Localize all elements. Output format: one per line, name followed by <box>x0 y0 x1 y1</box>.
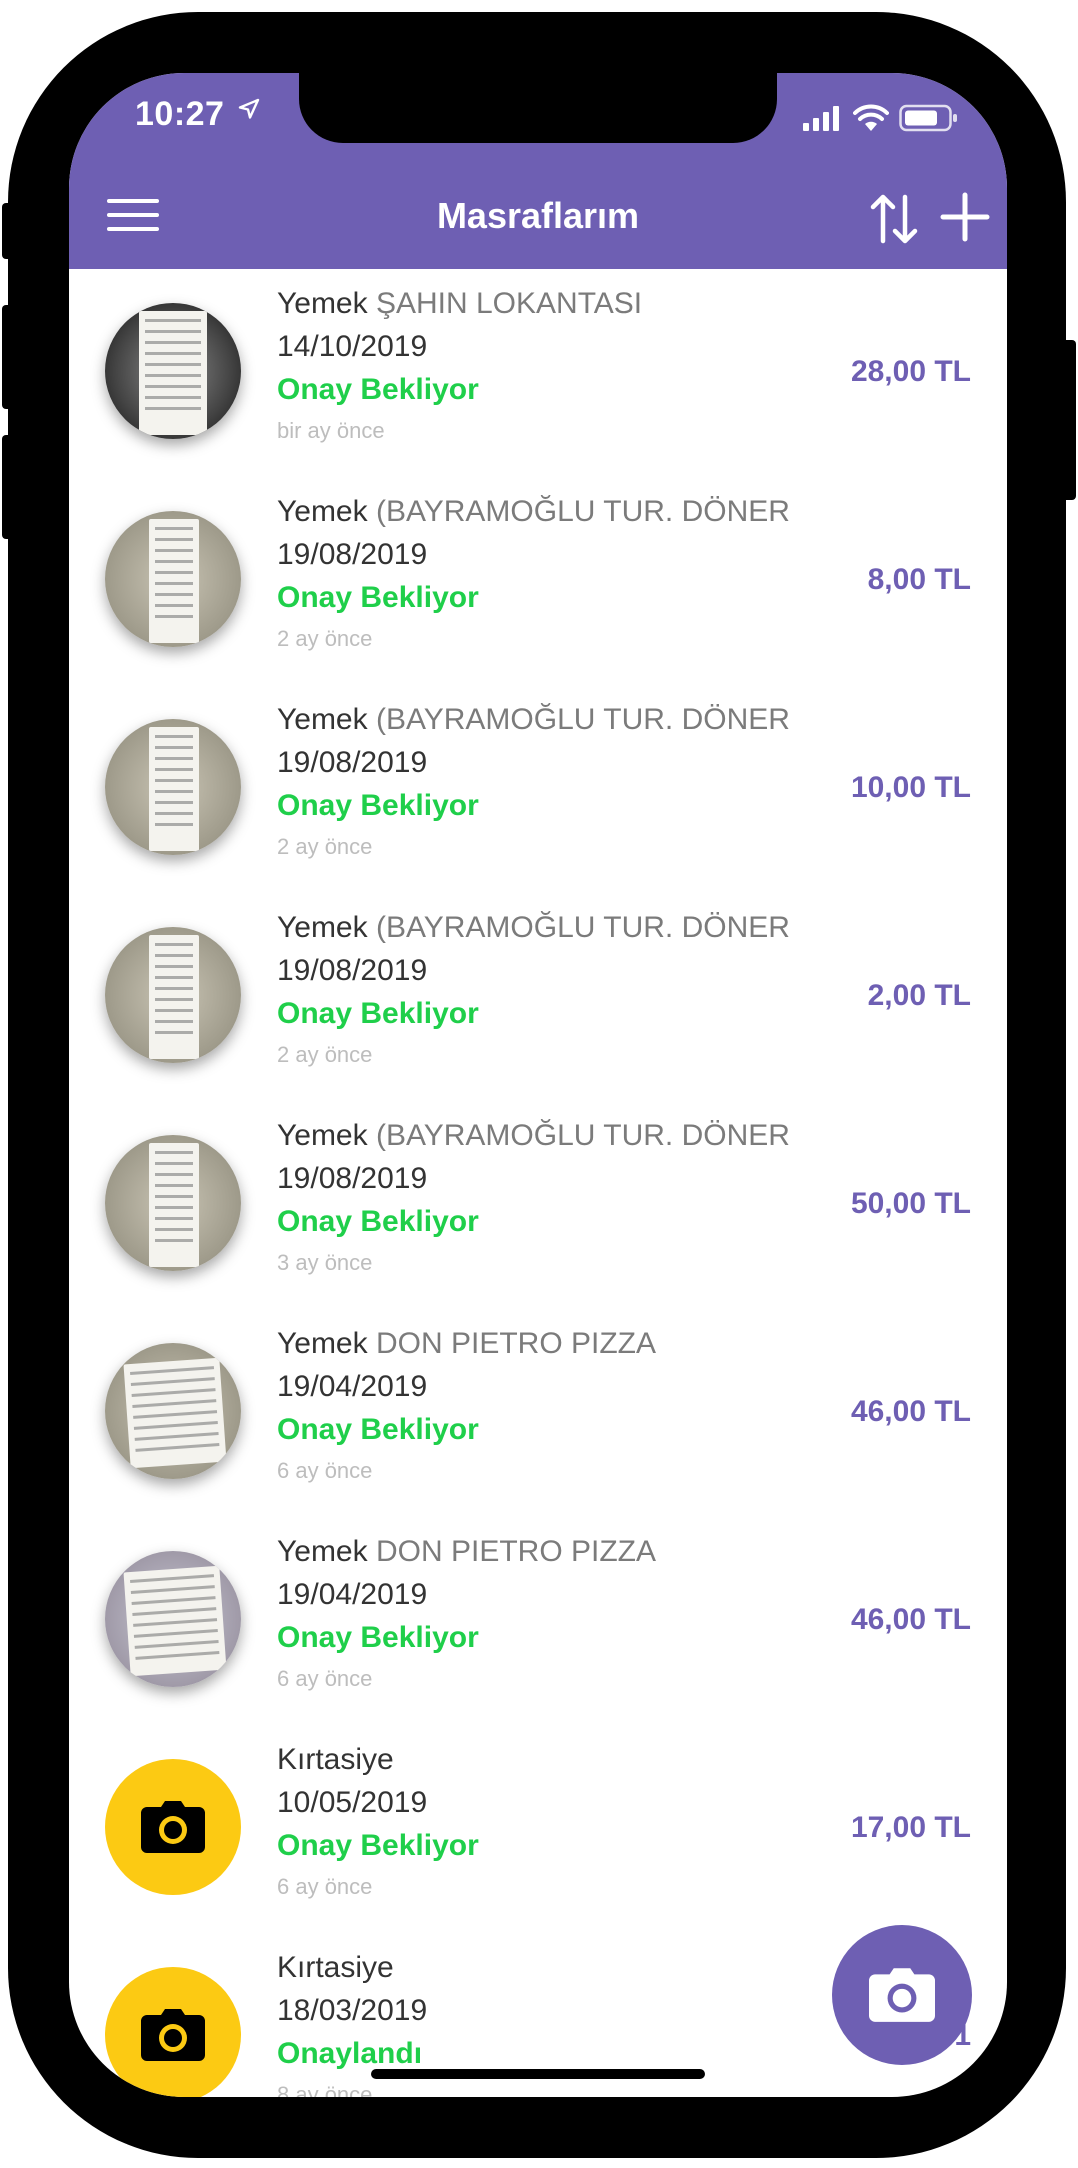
plus-icon[interactable] <box>939 191 991 243</box>
expense-row[interactable]: Yemek DON PIETRO PIZZA 19/04/2019 Onay B… <box>69 1309 1007 1517</box>
expense-amount: 10,00 TL <box>850 771 971 804</box>
receipt-thumbnail <box>105 303 241 439</box>
expense-category: Yemek <box>277 1535 368 1568</box>
camera-placeholder <box>105 1967 241 2097</box>
camera-icon <box>141 1801 205 1853</box>
expense-date: 19/08/2019 <box>277 954 428 987</box>
receipt-thumbnail <box>105 1551 241 1687</box>
expense-row[interactable]: Yemek ŞAHIN LOKANTASI 14/10/2019 Onay Be… <box>69 269 1007 477</box>
expense-category: Yemek <box>277 287 368 320</box>
camera-icon <box>141 2009 205 2061</box>
expense-relative-time: 8 ay önce <box>277 2082 373 2097</box>
camera-placeholder <box>105 1759 241 1895</box>
expense-amount: 46,00 TL <box>850 1395 971 1428</box>
battery-icon <box>899 104 957 132</box>
expense-status: Onay Bekliyor <box>277 1205 479 1238</box>
expense-status: Onay Bekliyor <box>277 1621 479 1654</box>
expense-category: Yemek <box>277 1119 368 1152</box>
wifi-icon <box>853 104 889 131</box>
expense-vendor: (BAYRAMOĞLU TUR. DÖNER <box>375 1119 790 1152</box>
expense-status: Onay Bekliyor <box>277 997 479 1030</box>
expense-relative-time: 6 ay önce <box>277 1874 373 1899</box>
expense-vendor: ŞAHIN LOKANTASI <box>375 287 643 320</box>
expense-status: Onay Bekliyor <box>277 1829 479 1862</box>
expense-relative-time: 6 ay önce <box>277 1458 373 1483</box>
receipt-thumbnail <box>105 1343 241 1479</box>
expense-category: Kırtasiye <box>277 1951 394 1984</box>
status-icons <box>803 103 959 133</box>
expense-status: Onaylandı <box>277 2037 423 2070</box>
expense-category: Yemek <box>277 495 368 528</box>
expense-date: 14/10/2019 <box>277 330 428 363</box>
expense-row[interactable]: Yemek DON PIETRO PIZZA 19/04/2019 Onay B… <box>69 1517 1007 1725</box>
expense-relative-time: 2 ay önce <box>277 1042 373 1067</box>
expense-date: 19/04/2019 <box>277 1370 428 1403</box>
expense-row[interactable]: Yemek (BAYRAMOĞLU TUR. DÖNER 19/08/2019 … <box>69 477 1007 685</box>
expense-relative-time: 2 ay önce <box>277 834 373 859</box>
expense-date: 19/08/2019 <box>277 1162 428 1195</box>
expense-relative-time: 2 ay önce <box>277 626 373 651</box>
expense-row[interactable]: Kırtasiye 10/05/2019 Onay Bekliyor 6 ay … <box>69 1725 1007 1933</box>
expense-row[interactable]: Yemek (BAYRAMOĞLU TUR. DÖNER 19/08/2019 … <box>69 685 1007 893</box>
expense-status: Onay Bekliyor <box>277 789 479 822</box>
expense-amount: 28,00 TL <box>850 355 971 388</box>
expense-vendor: DON PIETRO PIZZA <box>375 1535 656 1568</box>
expense-date: 18/03/2019 <box>277 1994 428 2027</box>
receipt-thumbnail <box>105 511 241 647</box>
expense-status: Onay Bekliyor <box>277 373 479 406</box>
app-header: 10:27 Masraflarım <box>69 73 1007 269</box>
app-screen: 10:27 Masraflarım Yemek ŞAHIN LOKANTASI … <box>69 73 1007 2097</box>
expense-amount: 17,00 TL <box>850 1811 971 1844</box>
expense-row[interactable]: Yemek (BAYRAMOĞLU TUR. DÖNER 19/08/2019 … <box>69 1101 1007 1309</box>
signal-icon <box>803 106 839 131</box>
expense-list: Yemek ŞAHIN LOKANTASI 14/10/2019 Onay Be… <box>69 269 1007 2097</box>
expense-status: Onay Bekliyor <box>277 1413 479 1446</box>
expense-amount: 46,00 TL <box>850 1603 971 1636</box>
expense-vendor: (BAYRAMOĞLU TUR. DÖNER <box>375 911 790 944</box>
home-indicator[interactable] <box>371 2069 705 2079</box>
expense-vendor: (BAYRAMOĞLU TUR. DÖNER <box>375 703 790 736</box>
receipt-thumbnail <box>105 1135 241 1271</box>
expense-vendor: (BAYRAMOĞLU TUR. DÖNER <box>375 495 790 528</box>
receipt-thumbnail <box>105 719 241 855</box>
expense-category: Kırtasiye <box>277 1743 394 1776</box>
receipt-thumbnail <box>105 927 241 1063</box>
expense-date: 19/08/2019 <box>277 538 428 571</box>
expense-row[interactable]: Yemek (BAYRAMOĞLU TUR. DÖNER 19/08/2019 … <box>69 893 1007 1101</box>
expense-status: Onay Bekliyor <box>277 581 479 614</box>
camera-icon <box>869 1968 935 2022</box>
notch <box>299 73 777 143</box>
expense-amount: 50,00 TL <box>850 1187 971 1220</box>
status-time: 10:27 <box>135 95 225 133</box>
expense-category: Yemek <box>277 1327 368 1360</box>
expense-date: 10/05/2019 <box>277 1786 428 1819</box>
expense-vendor: DON PIETRO PIZZA <box>375 1327 656 1360</box>
page-title: Masraflarım <box>436 195 640 236</box>
expense-relative-time: 6 ay önce <box>277 1666 373 1691</box>
expense-amount: 8,00 TL <box>867 563 971 596</box>
expense-date: 19/04/2019 <box>277 1578 428 1611</box>
expense-relative-time: 3 ay önce <box>277 1250 373 1275</box>
camera-fab-button[interactable] <box>832 1925 972 2065</box>
expense-relative-time: bir ay önce <box>277 418 385 443</box>
expense-date: 19/08/2019 <box>277 746 428 779</box>
expense-category: Yemek <box>277 703 368 736</box>
sort-arrows-icon[interactable] <box>869 191 919 247</box>
expense-category: Yemek <box>277 911 368 944</box>
expense-amount: 2,00 TL <box>867 979 971 1012</box>
location-arrow-icon <box>238 98 260 119</box>
